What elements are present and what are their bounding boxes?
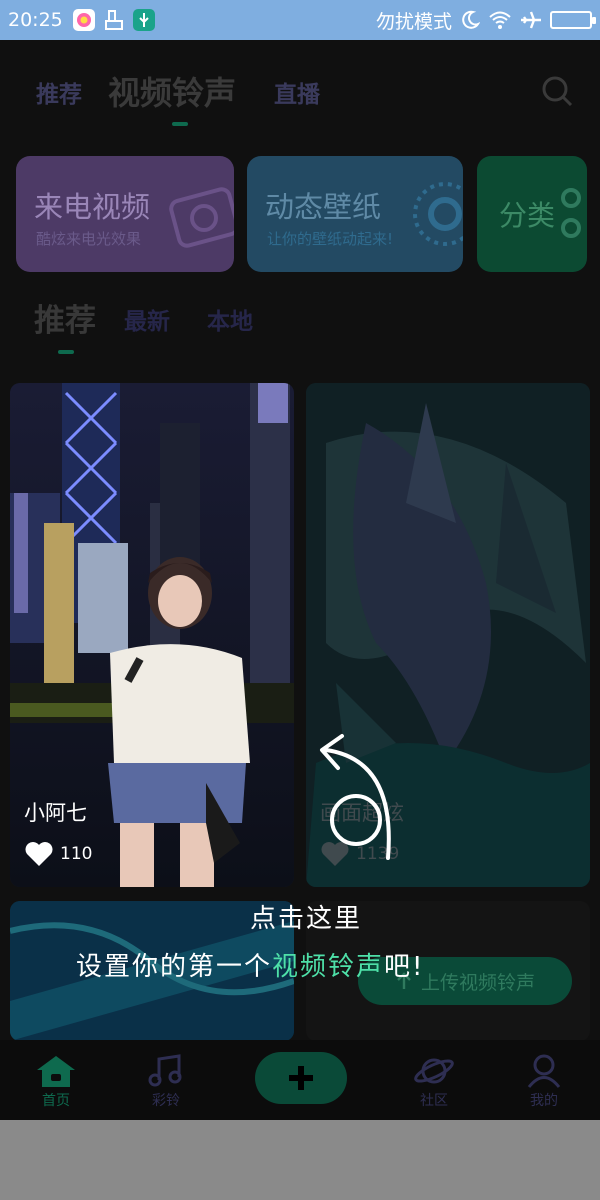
- subtab-active-indicator: [58, 350, 74, 354]
- card-subtitle: 让你的壁纸动起来!: [267, 230, 394, 248]
- upload-icon: [397, 972, 411, 989]
- search-icon[interactable]: [540, 74, 574, 108]
- wallpaper-deco-icon: [413, 182, 463, 246]
- post-thumbnail: [10, 901, 294, 1041]
- card-title: 动态壁纸: [265, 190, 382, 224]
- upload-video-card[interactable]: 上传视频铃声: [306, 901, 590, 1041]
- status-time: 20:25: [8, 9, 63, 31]
- live-wallpaper-card[interactable]: 动态壁纸 让你的壁纸动起来!: [247, 156, 463, 272]
- likes-count: 1139: [356, 844, 400, 864]
- tab-video-ringtone[interactable]: 视频铃声: [108, 68, 236, 114]
- nav-label: 我的: [530, 1093, 558, 1109]
- category-deco-icon: [561, 188, 581, 238]
- top-nav: 推荐 视频铃声 直播: [0, 40, 600, 140]
- nav-create-button[interactable]: [255, 1052, 347, 1104]
- nav-coloring-ringtone[interactable]: 彩铃: [131, 1054, 201, 1110]
- dnd-text: 勿扰模式: [375, 10, 452, 33]
- card-title: 来电视频: [34, 190, 151, 224]
- post-likes[interactable]: 1139: [320, 841, 399, 867]
- video-post[interactable]: [10, 901, 294, 1041]
- system-nav-area: [0, 1120, 600, 1200]
- likes-count: 110: [60, 844, 93, 864]
- incoming-video-card[interactable]: 来电视频 酷炫来电光效果: [16, 156, 234, 272]
- feature-cards: 来电视频 酷炫来电光效果 动态壁纸 让你的壁纸动起来! 分类: [0, 156, 600, 274]
- post-likes[interactable]: 110: [24, 841, 92, 867]
- music-note-icon: [148, 1054, 182, 1087]
- upload-button-label: 上传视频铃声: [420, 971, 535, 994]
- sub-tabs: 推荐 最新 本地: [0, 290, 600, 360]
- status-bar: 20:25 勿扰模式: [0, 0, 600, 40]
- phone-screen: 20:25 勿扰模式 推荐 视频铃声 直播 来电视频 酷炫来电光效果 动态壁纸 …: [0, 0, 600, 1200]
- card-subtitle: 酷炫来电光效果: [36, 230, 142, 248]
- moon-icon: [462, 10, 480, 29]
- user-icon: [527, 1054, 561, 1088]
- airplane-icon: [521, 11, 541, 29]
- app-content: 推荐 视频铃声 直播 来电视频 酷炫来电光效果 动态壁纸 让你的壁纸动起来! 分…: [0, 40, 600, 1120]
- subtab-recommend[interactable]: 推荐: [34, 295, 96, 340]
- bottom-nav: 首页 彩铃 社区 我的: [0, 1040, 600, 1120]
- planet-icon: [414, 1058, 454, 1084]
- upload-video-ringtone-button[interactable]: 上传视频铃声: [358, 957, 572, 1005]
- photos-app-icon: [72, 9, 95, 31]
- tab-live[interactable]: 直播: [274, 75, 320, 109]
- video-post[interactable]: 小阿七 110: [10, 383, 294, 887]
- heart-icon: [321, 842, 349, 866]
- category-card[interactable]: 分类: [477, 156, 587, 272]
- nav-community[interactable]: 社区: [399, 1054, 469, 1110]
- post-caption: 画面超炫: [320, 801, 404, 825]
- subtab-local[interactable]: 本地: [207, 302, 253, 336]
- heart-icon: [25, 842, 53, 866]
- nav-label: 彩铃: [152, 1093, 180, 1109]
- nav-home[interactable]: 首页: [21, 1054, 91, 1110]
- subtab-latest[interactable]: 最新: [124, 302, 170, 336]
- tab-recommend[interactable]: 推荐: [36, 75, 82, 109]
- cleaner-icon: [103, 9, 125, 31]
- nav-mine[interactable]: 我的: [509, 1054, 579, 1110]
- video-post[interactable]: 画面超炫 1139: [306, 383, 590, 887]
- card-title: 分类: [499, 199, 556, 232]
- plus-icon: [289, 1066, 313, 1090]
- post-caption: 小阿七: [24, 801, 87, 825]
- wifi-icon: [489, 11, 511, 29]
- nav-label: 社区: [420, 1093, 448, 1109]
- battery-icon: [550, 11, 596, 29]
- usb-icon: [132, 9, 155, 31]
- home-icon: [37, 1056, 75, 1087]
- camera-deco-icon: [169, 187, 234, 248]
- nav-label: 首页: [42, 1093, 70, 1109]
- tab-active-indicator: [172, 122, 188, 126]
